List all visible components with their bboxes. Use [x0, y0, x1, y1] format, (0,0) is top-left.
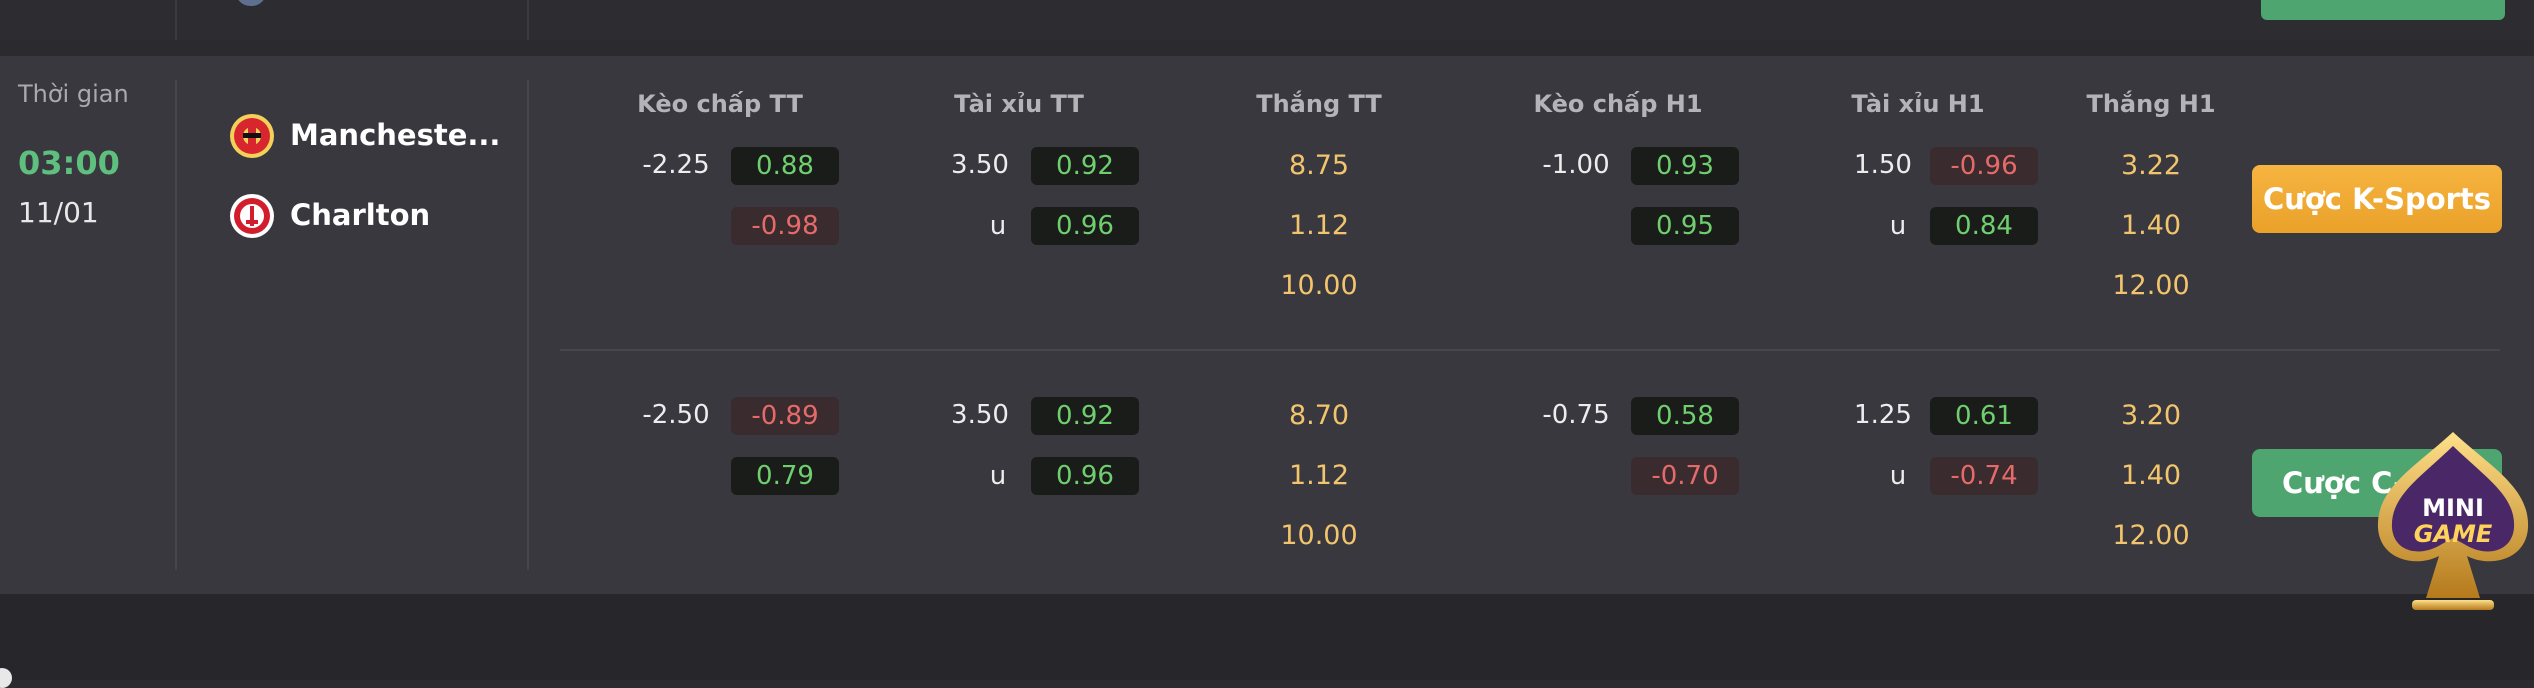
odds-value[interactable]: 1.12 — [1289, 460, 1349, 491]
market-divider — [560, 349, 2500, 351]
column-divider — [527, 0, 529, 40]
odds-value[interactable]: 12.00 — [2112, 270, 2189, 301]
svg-text:MINI: MINI — [2422, 494, 2484, 522]
mini-game-spade-icon[interactable]: MINI GAME — [2372, 428, 2534, 623]
charlton-crest-icon — [229, 193, 275, 239]
home-team-name: Mancheste... — [290, 118, 501, 152]
odds-button[interactable]: -0.96 — [1930, 147, 2038, 185]
odds-value[interactable]: 3.22 — [2121, 150, 2181, 181]
away-team-name: Charlton — [290, 198, 431, 232]
match-date: 11/01 — [18, 196, 99, 229]
previous-bet-button[interactable] — [2261, 0, 2505, 20]
odds-button[interactable]: 0.61 — [1930, 397, 2038, 435]
odds-value[interactable]: 1.40 — [2121, 210, 2181, 241]
total-line: 3.50 — [951, 400, 1009, 430]
odds-value[interactable]: 10.00 — [1280, 520, 1357, 551]
odds-button[interactable]: 0.79 — [731, 457, 839, 495]
under-label: u — [989, 211, 1007, 241]
odds-button[interactable]: 0.88 — [731, 147, 839, 185]
column-divider — [175, 80, 177, 570]
header-win-h1: Thắng H1 — [2086, 90, 2216, 118]
header-win-ft: Thắng TT — [1256, 90, 1382, 118]
odds-value[interactable]: 1.40 — [2121, 460, 2181, 491]
odds-button[interactable]: 0.93 — [1631, 147, 1739, 185]
kickoff-time: 03:00 — [18, 144, 120, 182]
page-background — [0, 594, 2534, 680]
header-handicap-h1: Kèo chấp H1 — [1533, 90, 1703, 118]
header-handicap-ft: Kèo chấp TT — [637, 90, 803, 118]
odds-button[interactable]: 0.58 — [1631, 397, 1739, 435]
total-line: 3.50 — [951, 150, 1009, 180]
odds-value[interactable]: 3.20 — [2121, 400, 2181, 431]
header-over-under-ft: Tài xỉu TT — [954, 90, 1084, 118]
odds-button[interactable]: -0.98 — [731, 207, 839, 245]
previous-match-card — [0, 0, 2534, 40]
svg-text:GAME: GAME — [2414, 520, 2493, 548]
handicap-line: -2.25 — [642, 150, 710, 180]
column-divider — [527, 80, 529, 570]
manchester-united-crest-icon — [229, 113, 275, 159]
total-line: 1.50 — [1854, 150, 1912, 180]
odds-button[interactable]: -0.74 — [1930, 457, 2038, 495]
odds-button[interactable]: -0.89 — [731, 397, 839, 435]
time-label: Thời gian — [18, 80, 129, 108]
under-label: u — [1889, 461, 1907, 491]
header-over-under-h1: Tài xỉu H1 — [1851, 90, 1985, 118]
under-label: u — [989, 461, 1007, 491]
total-line: 1.25 — [1854, 400, 1912, 430]
odds-button[interactable]: 0.95 — [1631, 207, 1739, 245]
odds-value[interactable]: 1.12 — [1289, 210, 1349, 241]
handicap-line: -2.50 — [642, 400, 710, 430]
odds-value[interactable]: 8.70 — [1289, 400, 1349, 431]
odds-value[interactable]: 12.00 — [2112, 520, 2189, 551]
column-divider — [175, 0, 177, 40]
handicap-line: -0.75 — [1542, 400, 1610, 430]
odds-button[interactable]: 0.84 — [1930, 207, 2038, 245]
under-label: u — [1889, 211, 1907, 241]
odds-button[interactable]: 0.92 — [1031, 397, 1139, 435]
odds-button[interactable]: 0.92 — [1031, 147, 1139, 185]
odds-button[interactable]: -0.70 — [1631, 457, 1739, 495]
handicap-line: -1.00 — [1542, 150, 1610, 180]
odds-value[interactable]: 8.75 — [1289, 150, 1349, 181]
bet-k-sports-button[interactable]: Cược K-Sports — [2252, 165, 2502, 233]
odds-button[interactable]: 0.96 — [1031, 457, 1139, 495]
odds-button[interactable]: 0.96 — [1031, 207, 1139, 245]
odds-value[interactable]: 10.00 — [1280, 270, 1357, 301]
